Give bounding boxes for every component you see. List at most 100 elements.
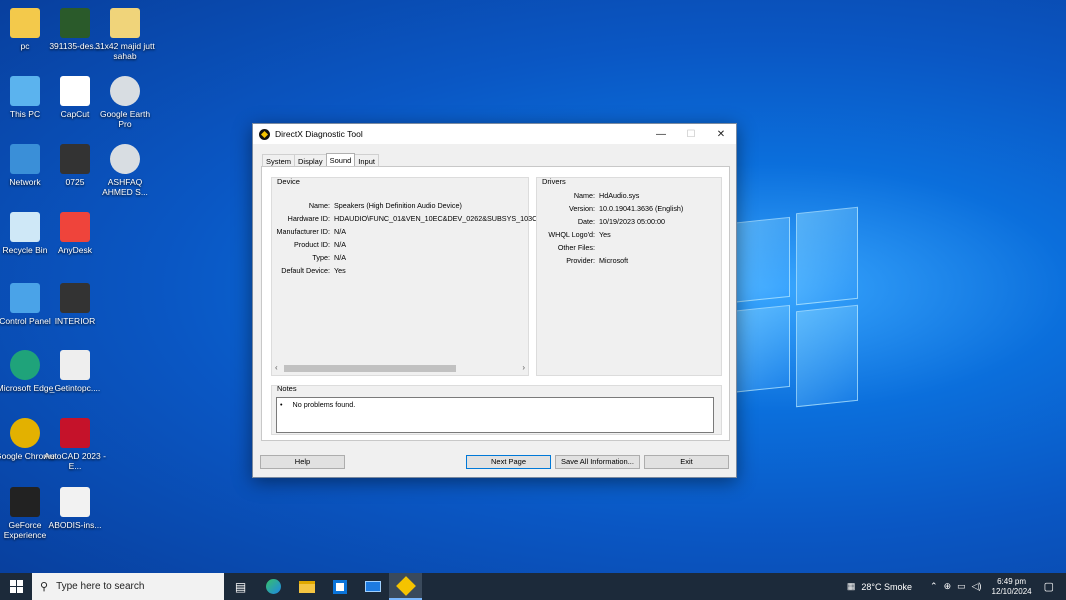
desktop-icon-label: 31x42 majid jutt sahab	[95, 41, 155, 61]
desktop-icon[interactable]: INTERIOR	[43, 283, 107, 326]
mail-icon[interactable]	[356, 573, 389, 600]
info-row: Type: N/A	[276, 253, 346, 262]
info-key: Name:	[573, 191, 595, 200]
control-panel-icon	[10, 283, 40, 313]
close-button[interactable]: ✕	[706, 124, 736, 144]
autocad-icon	[60, 418, 90, 448]
this-pc-icon	[10, 76, 40, 106]
device-horizontal-scrollbar[interactable]: ‹ ›	[274, 363, 528, 373]
store-icon[interactable]	[323, 573, 356, 600]
start-button[interactable]	[0, 573, 32, 600]
task-view-icon[interactable]: ▤	[224, 573, 257, 600]
exit-button[interactable]: Exit	[644, 455, 729, 469]
clock[interactable]: 6:49 pm 12/10/2024	[992, 577, 1032, 597]
notes-box[interactable]: • No problems found.	[276, 397, 714, 433]
desktop-icon[interactable]: ASHFAQ AHMED S...	[93, 144, 157, 197]
info-value: Yes	[599, 230, 611, 239]
taskbar-search-box[interactable]: ⚲ Type here to search	[32, 573, 224, 600]
weather-text[interactable]: 28°C Smoke	[861, 582, 912, 592]
info-row: Name: Speakers (High Definition Audio Dev…	[276, 201, 462, 210]
save-all-information-button[interactable]: Save All Information...	[555, 455, 640, 469]
desktop-icon[interactable]: AutoCAD 2023 - E...	[43, 418, 107, 471]
desktop-icon-label: INTERIOR	[54, 316, 96, 326]
image-thumbnail-icon	[60, 283, 90, 313]
info-value: HDAUDIO\FUNC_01&VEN_10EC&DEV_0262&SUBSYS…	[334, 214, 538, 223]
tab-panel-sound: Device Name: Speakers (High Definition Au…	[261, 166, 730, 441]
desktop-icon-label: _Getintopc....	[49, 383, 101, 393]
folder-icon	[110, 8, 140, 38]
info-value: Speakers (High Definition Audio Device)	[334, 201, 462, 210]
scroll-left-icon[interactable]: ‹	[275, 363, 278, 372]
info-key: Version:	[569, 204, 595, 213]
info-value: N/A	[334, 253, 346, 262]
info-row: Name: HdAudio.sys	[541, 191, 640, 200]
notes-group: Notes • No problems found.	[271, 384, 722, 435]
geforce-icon	[10, 487, 40, 517]
directx-icon	[259, 128, 270, 140]
volume-icon[interactable]: ◁)	[972, 581, 982, 592]
info-value: Yes	[334, 266, 346, 275]
info-value: HdAudio.sys	[599, 191, 640, 200]
desktop-icon[interactable]: 31x42 majid jutt sahab	[93, 8, 157, 61]
image-thumbnail-icon	[60, 144, 90, 174]
scroll-right-icon[interactable]: ›	[522, 363, 525, 372]
taskbar: ⚲ Type here to search ▤ ▦ 28°C Smoke ⌃ ⊕…	[0, 573, 1066, 600]
info-key: Other Files:	[557, 243, 595, 252]
info-value: N/A	[334, 227, 346, 236]
notifications-icon[interactable]: ▢	[1044, 580, 1054, 593]
window-title: DirectX Diagnostic Tool	[275, 129, 363, 139]
info-value: N/A	[334, 240, 346, 249]
document-icon	[60, 350, 90, 380]
desktop-icon[interactable]: ABODIS-ins...	[43, 487, 107, 530]
info-value: Microsoft	[599, 256, 629, 265]
info-row: WHQL Logo'd: Yes	[541, 230, 611, 239]
info-row: Product ID: N/A	[276, 240, 346, 249]
maximize-button[interactable]: ☐	[676, 124, 706, 144]
bullet-icon: •	[280, 400, 283, 409]
info-row: Default Device: Yes	[276, 266, 346, 275]
desktop-icon[interactable]: AnyDesk	[43, 212, 107, 255]
nvidia-image-icon	[60, 8, 90, 38]
info-key: Provider:	[566, 256, 595, 265]
search-icon: ⚲	[40, 581, 49, 593]
show-hidden-icons-icon[interactable]: ⌃	[930, 581, 938, 592]
help-button[interactable]: Help	[260, 455, 345, 469]
drivers-group: Drivers Name: HdAudio.sys Version: 10.0.190…	[536, 177, 722, 376]
network-icon	[10, 144, 40, 174]
info-key: Date:	[577, 217, 595, 226]
battery-icon[interactable]: ▭	[957, 581, 966, 592]
info-value: 10.0.19041.3636 (English)	[599, 204, 684, 213]
title-bar[interactable]: DirectX Diagnostic Tool — ☐ ✕	[253, 124, 736, 144]
system-tray: ▦ 28°C Smoke ⌃ ⊕ ▭ ◁) 6:49 pm 12/10/2024…	[847, 573, 1066, 600]
capcut-icon	[60, 76, 90, 106]
network-tray-icon[interactable]: ⊕	[944, 581, 952, 592]
info-row: Date: 10/19/2023 05:00:00	[541, 217, 665, 226]
edge-taskbar-icon[interactable]	[257, 573, 290, 600]
info-key: Name:	[308, 201, 330, 210]
desktop-icon-label: ABODIS-ins...	[48, 520, 102, 530]
dxdiag-window: DirectX Diagnostic Tool — ☐ ✕ System Dis…	[252, 123, 737, 478]
info-value: 10/19/2023 05:00:00	[599, 217, 665, 226]
info-key: Hardware ID:	[287, 214, 330, 223]
info-key: Default Device:	[281, 266, 330, 275]
search-placeholder: Type here to search	[56, 581, 145, 592]
desktop-icon[interactable]: Google Earth Pro	[93, 76, 157, 129]
desktop-icon[interactable]: _Getintopc....	[43, 350, 107, 393]
desktop-icon-label: AnyDesk	[57, 245, 92, 255]
info-key: Type:	[312, 253, 330, 262]
recycle-bin-icon	[10, 212, 40, 242]
folder-user-icon	[10, 8, 40, 38]
file-explorer-icon[interactable]	[290, 573, 323, 600]
desktop-icon-label: Google Earth Pro	[99, 109, 151, 129]
google-earth-icon	[110, 144, 140, 174]
next-page-button[interactable]: Next Page	[466, 455, 551, 469]
windows-start-icon	[9, 580, 23, 593]
minimize-button[interactable]: —	[646, 124, 676, 144]
info-row: Version: 10.0.19041.3636 (English)	[541, 204, 683, 213]
google-earth-icon	[110, 76, 140, 106]
directx-taskbar-icon[interactable]	[389, 573, 422, 600]
clock-date: 12/10/2024	[991, 586, 1032, 596]
weather-icon[interactable]: ▦	[847, 581, 856, 592]
scrollbar-thumb[interactable]	[284, 365, 456, 372]
note-item: • No problems found.	[277, 398, 713, 411]
